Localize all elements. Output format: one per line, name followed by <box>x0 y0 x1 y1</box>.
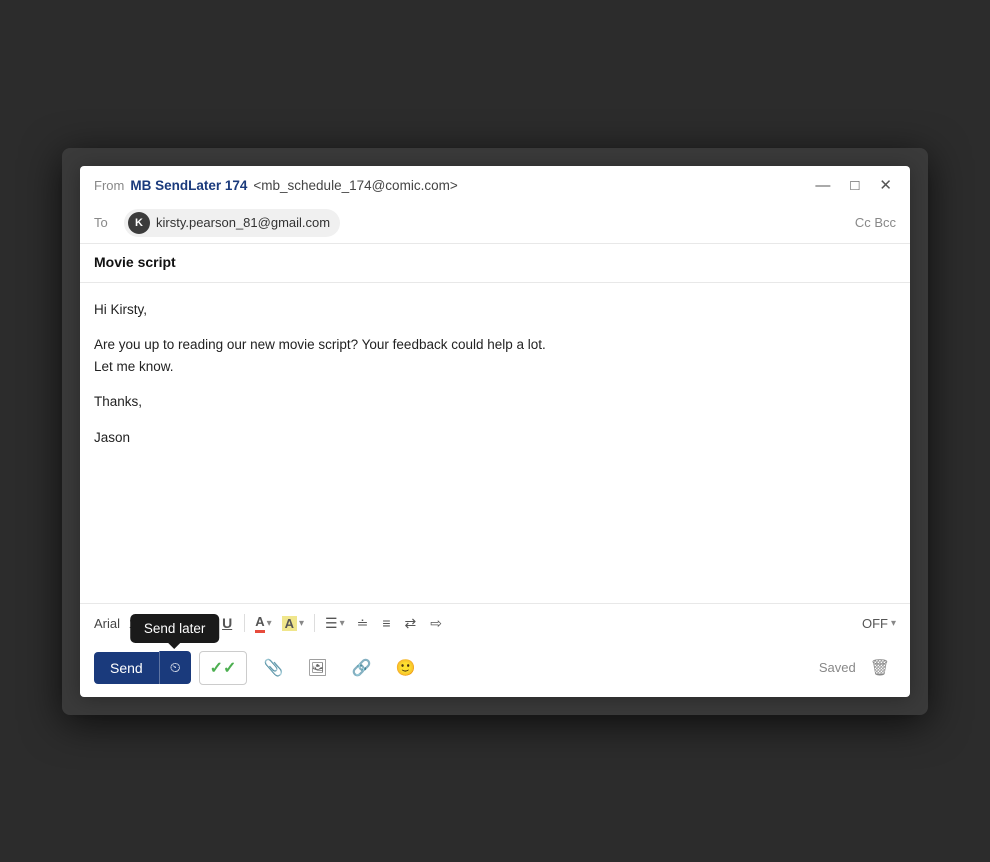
sender-name: MB SendLater 174 <box>130 178 247 193</box>
image-icon: 🖼 <box>307 660 327 677</box>
decrease-indent-icon: ⇄ <box>405 615 417 631</box>
send-later-button[interactable]: ⏲ <box>159 651 191 684</box>
insert-image-button[interactable]: 🖼 <box>299 652 335 684</box>
check-button[interactable]: ✓✓ <box>199 651 248 685</box>
off-toggle[interactable]: OFF ▾ <box>862 616 896 631</box>
separator-2 <box>244 614 245 632</box>
format-toolbar: Arial 10 ▾ B I U A ▾ A ▾ ☰ ▾ <box>80 603 910 643</box>
send-label: Send <box>110 660 143 676</box>
off-label: OFF <box>862 616 888 631</box>
cc-bcc-button[interactable]: Cc Bcc <box>855 215 896 230</box>
insert-emoji-button[interactable]: 🙂 <box>388 652 424 684</box>
from-label: From <box>94 178 124 193</box>
subject-text: Movie script <box>94 254 176 270</box>
separator-1 <box>167 614 168 632</box>
paperclip-icon: 📎 <box>263 660 283 677</box>
bold-button[interactable]: B <box>174 611 196 635</box>
decrease-indent-button[interactable]: ⇄ <box>399 611 423 636</box>
minimize-button[interactable]: — <box>811 176 834 195</box>
font-size-value: 10 <box>126 616 146 631</box>
chevron-down-icon-4: ▾ <box>340 618 345 629</box>
ordered-list-button[interactable]: ≐ <box>351 611 375 636</box>
attach-button[interactable]: 📎 <box>255 652 291 684</box>
body-paragraph: Are you up to reading our new movie scri… <box>94 334 896 377</box>
delete-button[interactable]: 🗑 <box>864 652 896 684</box>
emoji-icon: 🙂 <box>396 660 416 677</box>
title-bar: From MB SendLater 174 <mb_schedule_174@c… <box>80 166 910 203</box>
separator-3 <box>314 614 315 632</box>
recipient-chip[interactable]: K kirsty.pearson_81@gmail.com <box>124 209 340 237</box>
avatar: K <box>128 212 150 234</box>
align-icon: ☰ <box>325 615 338 632</box>
to-row: To K kirsty.pearson_81@gmail.com Cc Bcc <box>80 203 910 244</box>
to-label: To <box>94 215 124 230</box>
highlight-color-dropdown[interactable]: A ▾ <box>278 612 308 635</box>
insert-link-button[interactable]: 🔗 <box>344 652 380 684</box>
underline-button[interactable]: U <box>216 611 238 635</box>
email-body[interactable]: Hi Kirsty, Are you up to reading our new… <box>80 283 910 603</box>
compose-window: From MB SendLater 174 <mb_schedule_174@c… <box>80 166 910 697</box>
body-thanks: Thanks, <box>94 391 896 413</box>
send-button[interactable]: Send <box>94 652 159 684</box>
increase-indent-icon: ⇨ <box>430 615 442 631</box>
font-name-label: Arial <box>94 616 120 631</box>
maximize-button[interactable]: □ <box>846 176 863 195</box>
saved-status: Saved <box>819 660 856 675</box>
italic-button[interactable]: I <box>198 611 214 635</box>
ordered-list-icon: ≐ <box>357 615 369 631</box>
body-greeting: Hi Kirsty, <box>94 299 896 321</box>
subject-row: Movie script <box>80 244 910 283</box>
chevron-down-icon-3: ▾ <box>299 618 304 629</box>
font-size-box: 10 ▾ <box>126 614 161 633</box>
send-later-tooltip-container: ⏲ Send later <box>159 651 191 684</box>
close-button[interactable]: ✕ <box>875 176 896 195</box>
font-color-dropdown[interactable]: A ▾ <box>251 610 275 637</box>
body-signature: Jason <box>94 427 896 449</box>
trash-icon: 🗑 <box>870 660 890 677</box>
highlight-icon: A <box>282 616 297 631</box>
chevron-down-icon-2: ▾ <box>267 618 272 629</box>
title-bar-left: From MB SendLater 174 <mb_schedule_174@c… <box>94 178 458 193</box>
link-icon: 🔗 <box>352 660 372 677</box>
title-bar-controls: — □ ✕ <box>811 176 896 195</box>
recipient-email: kirsty.pearson_81@gmail.com <box>156 215 330 230</box>
align-dropdown[interactable]: ☰ ▾ <box>321 611 349 636</box>
unordered-list-icon: ≡ <box>382 615 390 631</box>
send-button-group: Send ⏲ Send later <box>94 651 191 684</box>
unordered-list-button[interactable]: ≡ <box>376 611 396 635</box>
chevron-down-icon: ▾ <box>152 618 157 629</box>
sender-email: <mb_schedule_174@comic.com> <box>253 178 457 193</box>
font-size-dropdown[interactable]: ▾ <box>148 614 161 633</box>
action-bar: Send ⏲ Send later ✓✓ 📎 🖼 🔗 <box>80 643 910 697</box>
check-icon: ✓✓ <box>210 658 237 678</box>
font-color-icon: A <box>255 614 264 633</box>
chevron-down-icon-5: ▾ <box>891 618 896 629</box>
clock-icon: ⏲ <box>170 659 181 676</box>
increase-indent-button[interactable]: ⇨ <box>424 611 448 636</box>
